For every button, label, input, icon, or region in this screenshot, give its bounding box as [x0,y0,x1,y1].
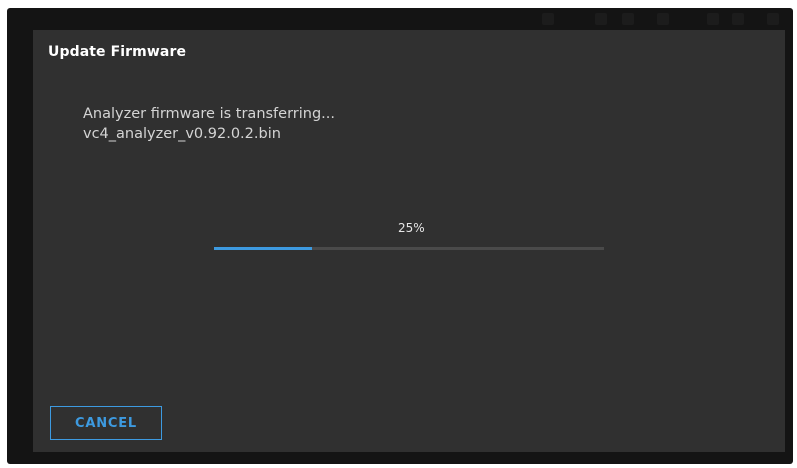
progress-bar [214,247,604,250]
dialog-title: Update Firmware [48,44,187,60]
progress-percentage: 25% [398,221,425,235]
status-icon [732,13,744,25]
status-icon [622,13,634,25]
status-icon [767,13,779,25]
status-message: Analyzer firmware is transferring... [83,106,336,122]
status-icon [542,13,554,25]
cancel-button[interactable]: CANCEL [50,406,162,440]
progress-bar-fill [214,247,312,250]
status-icon [595,13,607,25]
status-icon [707,13,719,25]
status-bar [7,8,793,30]
update-firmware-dialog: Update Firmware Analyzer firmware is tra… [33,30,785,452]
status-icon [657,13,669,25]
firmware-filename: vc4_analyzer_v0.92.0.2.bin [83,126,281,142]
device-screen: Update Firmware Analyzer firmware is tra… [7,8,793,464]
